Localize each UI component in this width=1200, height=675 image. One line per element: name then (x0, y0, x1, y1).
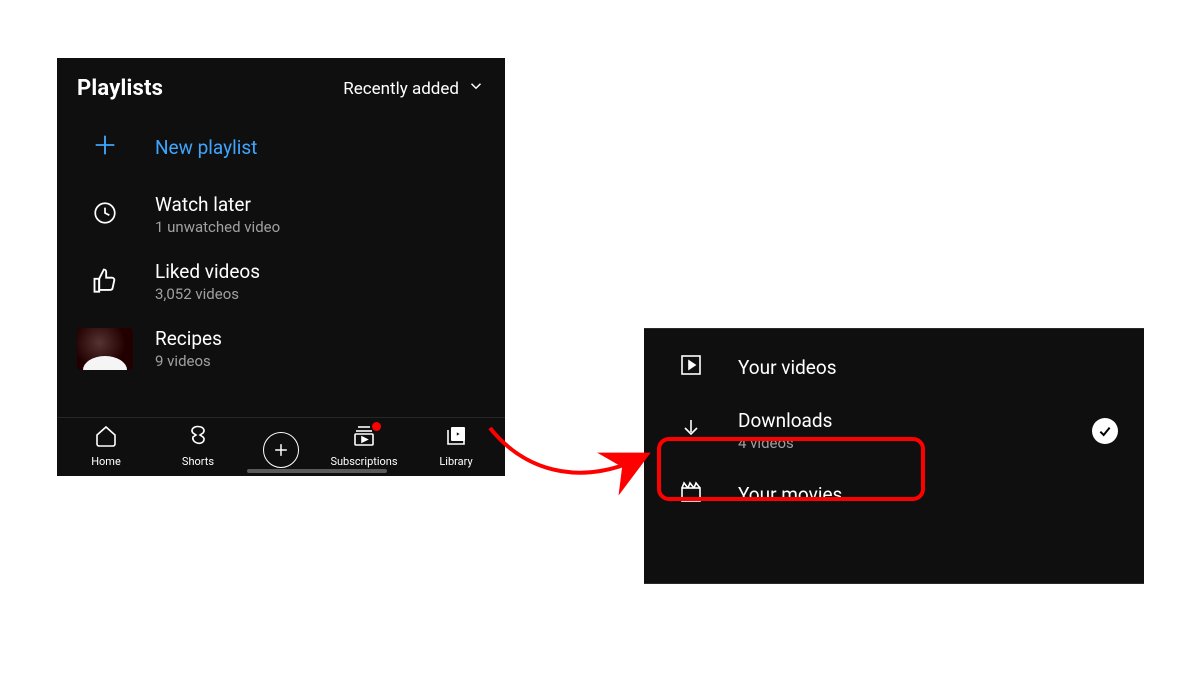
check-icon (1092, 418, 1118, 444)
library-item-subtitle: 4 videos (738, 434, 832, 452)
playlist-item-recipes[interactable]: Recipes 9 videos (57, 315, 505, 374)
clock-icon (92, 200, 118, 230)
nav-label: Library (439, 455, 472, 468)
home-icon (94, 424, 118, 452)
nav-shorts[interactable]: Shorts (159, 424, 237, 468)
notification-badge (372, 422, 381, 431)
nav-subscriptions[interactable]: Subscriptions (325, 424, 403, 468)
playlists-title: Playlists (77, 76, 163, 101)
playlist-thumbnail (77, 328, 133, 370)
scroll-indicator (247, 469, 387, 473)
library-item-title: Your videos (738, 356, 837, 379)
clapper-icon (679, 480, 703, 508)
library-item-your-videos[interactable]: Your videos (644, 339, 1144, 395)
download-icon (679, 417, 703, 445)
thumbs-up-icon (91, 266, 119, 298)
library-playlists-panel: Playlists Recently added New playlist (57, 58, 505, 476)
nav-label: Shorts (182, 455, 214, 468)
playlist-item-watch-later[interactable]: Watch later 1 unwatched video (57, 181, 505, 248)
playlists-header: Playlists Recently added (57, 58, 505, 113)
playlist-subtitle: 3,052 videos (155, 285, 260, 303)
play-square-icon (679, 353, 703, 381)
nav-home[interactable]: Home (67, 424, 145, 468)
library-item-downloads[interactable]: Downloads 4 videos (644, 395, 1144, 466)
library-icon (444, 424, 468, 452)
library-sections-panel: Your videos Downloads 4 videos Your movi… (644, 328, 1144, 584)
playlists-list: New playlist Watch later 1 unwatched vid… (57, 113, 505, 417)
playlist-subtitle: 9 videos (155, 352, 222, 370)
playlist-title: Watch later (155, 193, 280, 216)
playlist-title: Recipes (155, 327, 222, 350)
plus-icon (91, 131, 119, 163)
nav-label: Home (91, 455, 121, 468)
nav-label: Subscriptions (330, 455, 397, 468)
playlist-item-liked-videos[interactable]: Liked videos 3,052 videos (57, 248, 505, 315)
shorts-icon (186, 424, 210, 452)
new-playlist-label: New playlist (155, 136, 257, 159)
library-item-title: Downloads (738, 409, 832, 432)
library-item-title: Your movies (738, 483, 842, 506)
sort-dropdown[interactable]: Recently added (343, 77, 485, 100)
plus-circle-icon (263, 432, 299, 468)
arrow-annotation (480, 408, 680, 508)
sort-label: Recently added (343, 79, 459, 99)
library-item-your-movies[interactable]: Your movies (644, 466, 1144, 522)
playlist-title: Liked videos (155, 260, 260, 283)
chevron-down-icon (467, 77, 485, 100)
new-playlist-button[interactable]: New playlist (57, 113, 505, 181)
playlist-subtitle: 1 unwatched video (155, 218, 280, 236)
nav-create[interactable] (251, 432, 311, 468)
bottom-nav: Home Shorts Subscriptions Library (57, 417, 505, 476)
